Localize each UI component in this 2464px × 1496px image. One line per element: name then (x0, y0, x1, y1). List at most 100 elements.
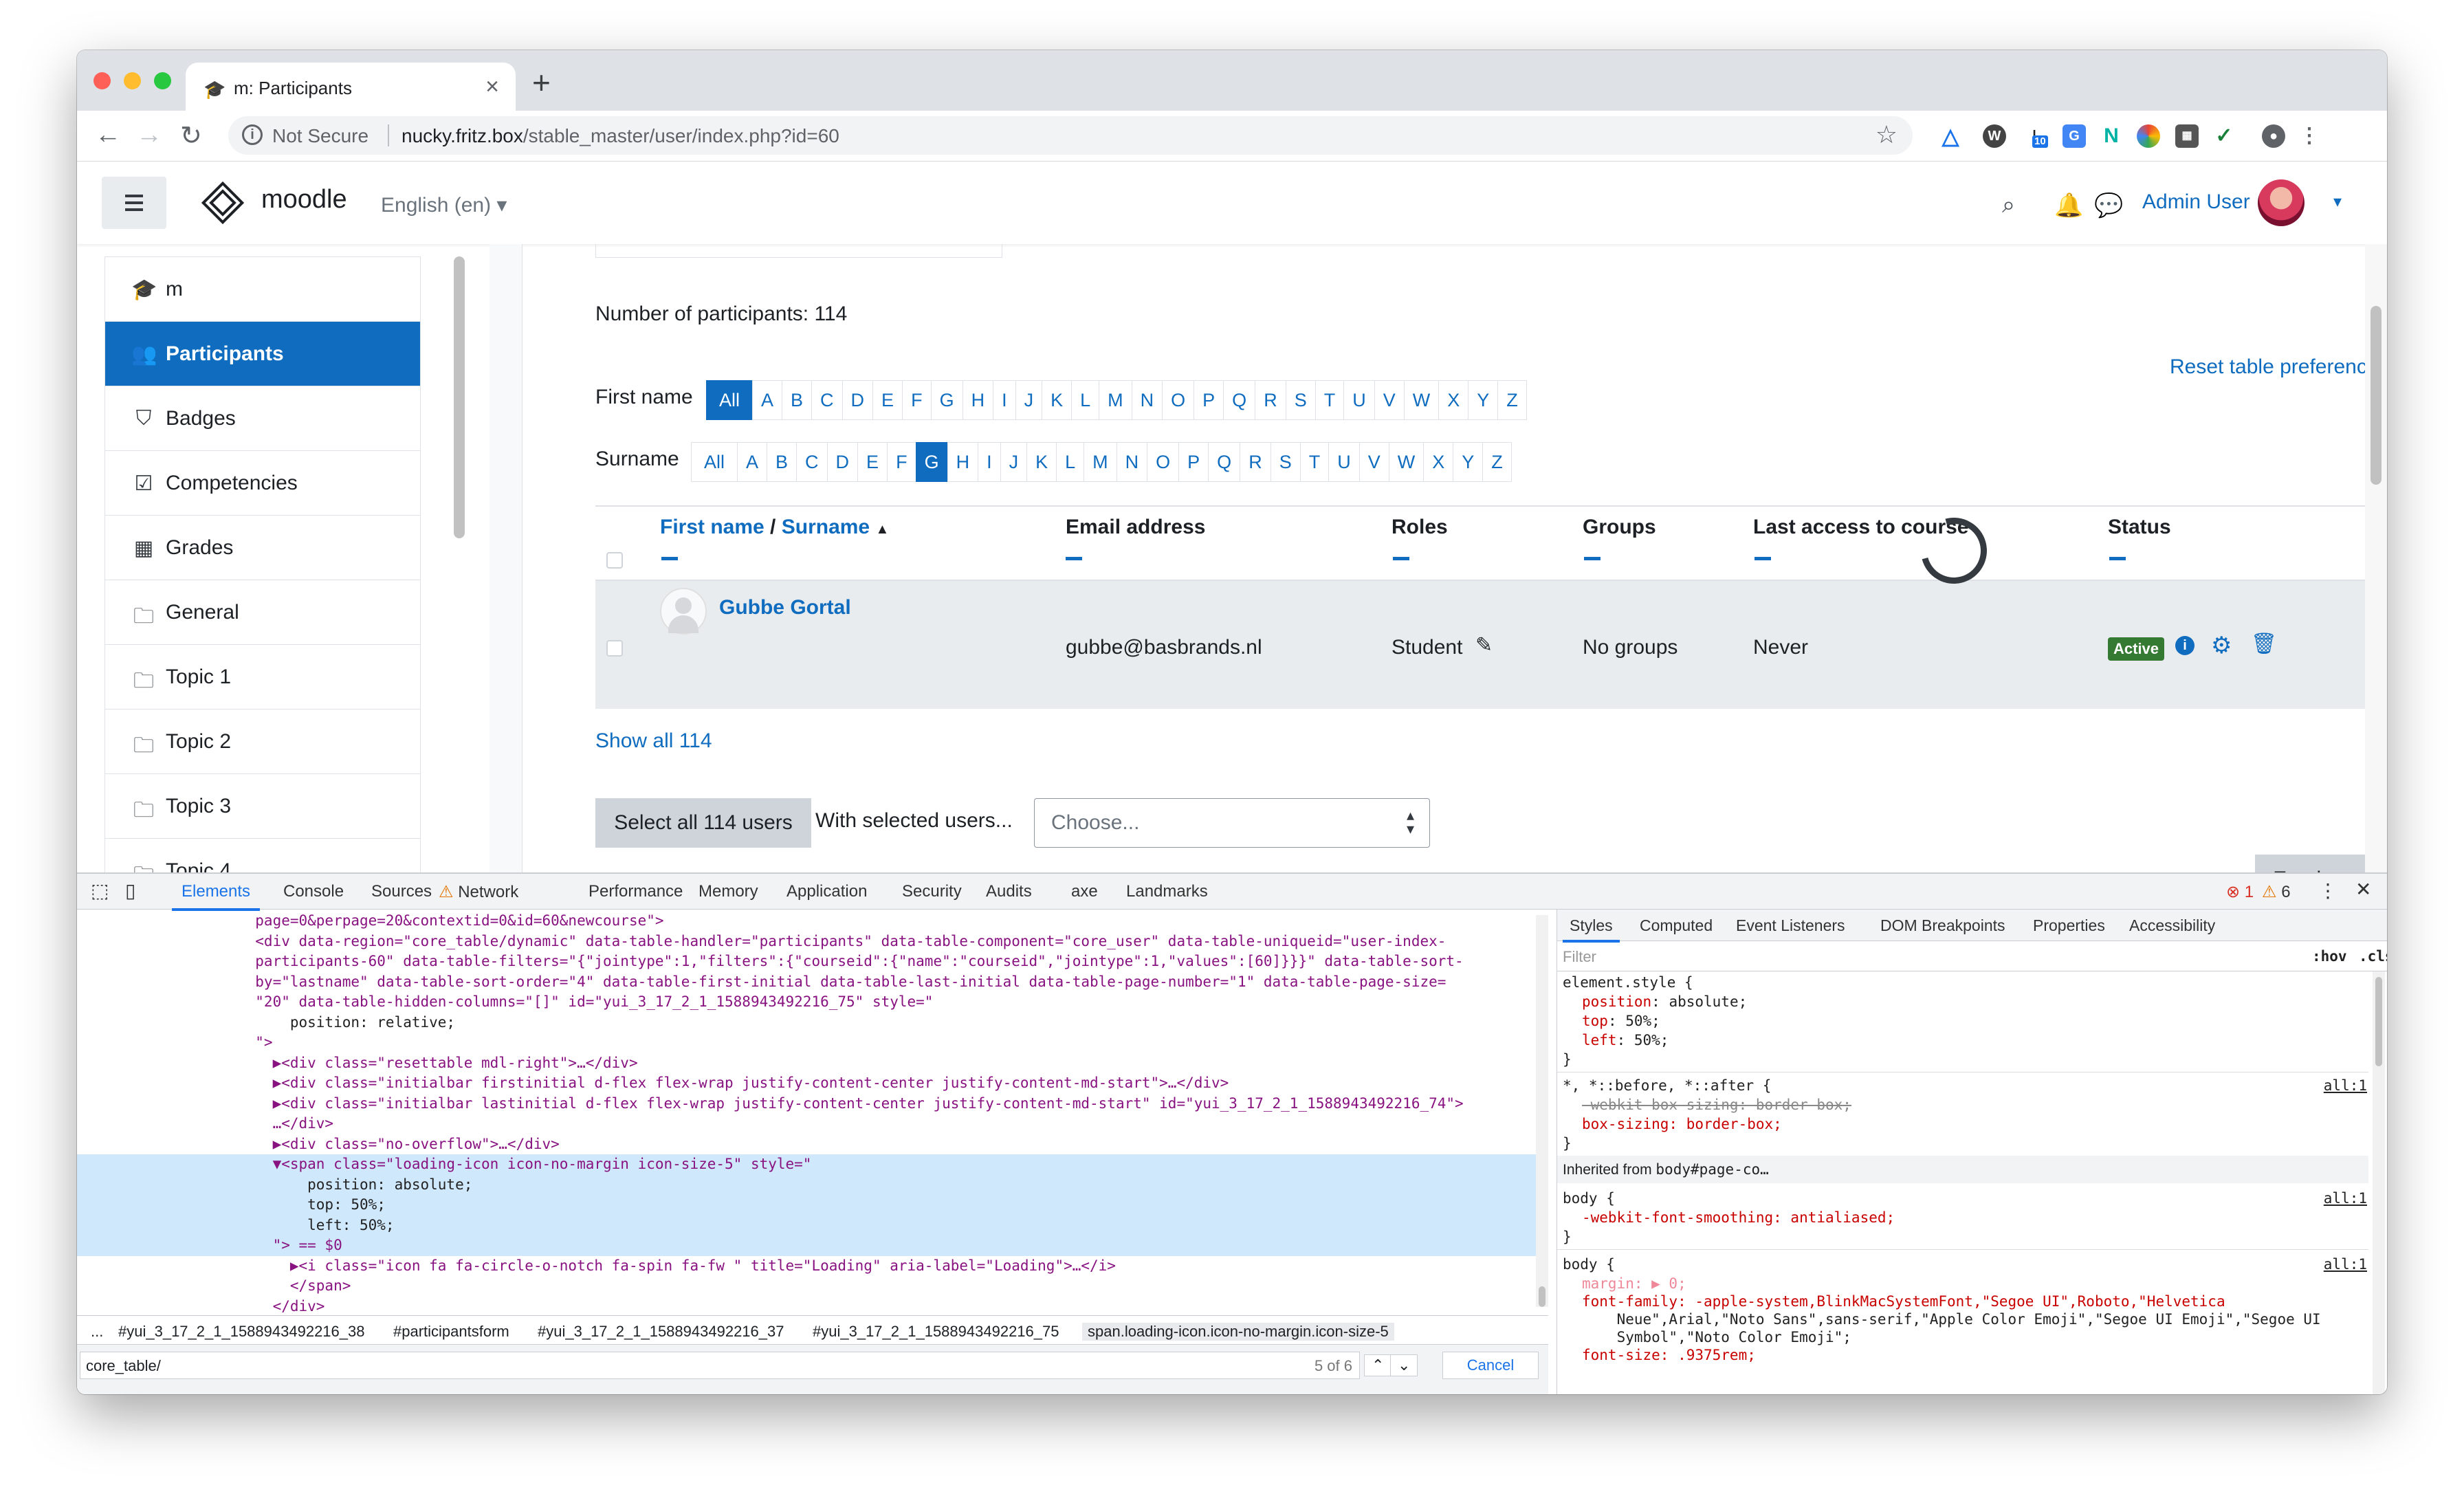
hover-state-toggle[interactable]: :hov (2312, 948, 2347, 965)
source-link[interactable]: all:1 (2324, 1190, 2367, 1207)
device-toolbar-icon[interactable]: ▯ (125, 879, 135, 902)
menu-toggle-button[interactable] (102, 177, 166, 229)
reload-icon[interactable]: ↻ (180, 120, 202, 151)
close-devtools-icon[interactable]: ✕ (2355, 878, 2371, 901)
sidebar-item-grades[interactable]: ▦ Grades (105, 516, 420, 580)
dom-node-line[interactable]: …</div> (77, 1114, 1548, 1134)
font-size-prop[interactable]: font-size: .9375rem; (1582, 1347, 1756, 1363)
first-initial-y[interactable]: Y (1468, 380, 1499, 420)
surname-initial-o[interactable]: O (1147, 442, 1180, 482)
new-tab-button[interactable]: + (532, 64, 551, 101)
font-smoothing-prop[interactable]: -webkit-font-smoothing: antialiased; (1582, 1209, 1895, 1226)
dom-node-line[interactable]: position: relative; (77, 1013, 1548, 1033)
search-next-icon[interactable]: ⌄ (1390, 1354, 1418, 1376)
surname-initial-s[interactable]: S (1270, 442, 1301, 482)
enrol-users-button[interactable]: Enrol users (2255, 855, 2376, 872)
devtools-tab-elements[interactable]: Elements (171, 882, 261, 911)
moodle-logo-icon[interactable] (201, 181, 245, 225)
hide-groups-column[interactable] (1584, 557, 1600, 560)
first-initial-g[interactable]: G (930, 380, 963, 420)
sidebar-item-competencies[interactable]: ☑ Competencies (105, 451, 420, 516)
surname-initial-w[interactable]: W (1388, 442, 1424, 482)
dom-node-line[interactable]: "20" data-table-hidden-columns="[]" id="… (77, 992, 1548, 1013)
devtools-tab-performance[interactable]: Performance (588, 882, 683, 901)
devtools-tab-application[interactable]: Application (786, 882, 867, 901)
surname-initial-t[interactable]: T (1299, 442, 1330, 482)
surname-initial-y[interactable]: Y (1453, 442, 1484, 482)
styles-tab-computed[interactable]: Computed (1640, 916, 1713, 935)
sidebar-item-general[interactable]: 🗀 General (105, 580, 420, 645)
first-initial-w[interactable]: W (1403, 380, 1440, 420)
first-initial-all[interactable]: All (706, 380, 754, 420)
site-brand[interactable]: moodle (261, 185, 347, 214)
class-toggle[interactable]: .cls (2359, 948, 2387, 965)
bookmark-star-icon[interactable]: ☆ (1876, 120, 1898, 149)
strike-prop[interactable]: -webkit-box-sizing: border-box; (1582, 1097, 1851, 1113)
first-initial-s[interactable]: S (1285, 380, 1316, 420)
gear-icon[interactable]: ⚙ (2211, 632, 2232, 659)
surname-initial-p[interactable]: P (1178, 442, 1209, 482)
first-initial-h[interactable]: H (962, 380, 994, 420)
breadcrumb-item[interactable]: #yui_3_17_2_1_1588943492216_38 (113, 1323, 370, 1341)
surname-initial-m[interactable]: M (1084, 442, 1117, 482)
info-icon[interactable]: i (2175, 636, 2194, 655)
address-bar[interactable]: i Not Secure nucky.fritz.box/stable_mast… (228, 116, 1913, 155)
info-icon[interactable]: i (242, 124, 263, 145)
devtools-tab-security[interactable]: Security (902, 882, 962, 901)
search-input[interactable]: core_table/ 5 of 6 (80, 1352, 1360, 1379)
surname-initial-r[interactable]: R (1240, 442, 1271, 482)
dom-node-line[interactable]: participants-60" data-table-filters="{"j… (77, 952, 1548, 972)
hide-last-access-column[interactable] (1754, 557, 1771, 560)
close-window-button[interactable] (94, 72, 111, 89)
styles-tab-properties[interactable]: Properties (2033, 916, 2105, 935)
first-initial-i[interactable]: I (993, 380, 1016, 420)
hide-status-column[interactable] (2109, 557, 2126, 560)
profile-icon[interactable]: ● (2262, 124, 2285, 148)
devtools-tab-memory[interactable]: Memory (698, 882, 758, 901)
sidebar-scrollbar[interactable] (454, 256, 465, 538)
sort-first-name[interactable]: First name (660, 516, 764, 538)
surname-initial-a[interactable]: A (737, 442, 768, 482)
ruler-extension-icon[interactable]: |10 (2023, 124, 2048, 148)
dom-node-line[interactable]: </div> (77, 1297, 1548, 1316)
dom-node-line[interactable]: top: 50%; (77, 1195, 1548, 1216)
color-picker-extension-icon[interactable] (2137, 124, 2160, 148)
url-text[interactable]: nucky.fritz.box/stable_master/user/index… (402, 125, 839, 147)
dom-node-line[interactable]: left: 50%; (77, 1215, 1548, 1236)
surname-initial-e[interactable]: E (857, 442, 888, 482)
sidebar-item-m[interactable]: 🎓 m (105, 257, 420, 322)
surname-initial-i[interactable]: I (978, 442, 1001, 482)
dom-node-line[interactable]: ▶<div class="resettable mdl-right">…</di… (77, 1053, 1548, 1074)
breadcrumb-item[interactable]: #yui_3_17_2_1_1588943492216_75 (807, 1323, 1064, 1341)
dom-node-line[interactable]: by="lastname" data-table-sort-order="4" … (77, 972, 1548, 993)
first-initial-d[interactable]: D (842, 380, 874, 420)
breadcrumb-item[interactable]: #participantsform (388, 1323, 515, 1341)
font-family-prop[interactable]: font-family: -apple-system,BlinkMacSyste… (1582, 1293, 2225, 1310)
first-initial-k[interactable]: K (1042, 380, 1072, 420)
hide-roles-column[interactable] (1393, 557, 1409, 560)
dom-node-line[interactable]: ▶<i class="icon fa fa-circle-o-notch fa-… (77, 1256, 1548, 1277)
trash-icon[interactable]: 🗑 (2251, 632, 2277, 656)
surname-initial-b[interactable]: B (767, 442, 798, 482)
styles-tab-styles[interactable]: Styles (1563, 916, 1620, 943)
surname-initial-q[interactable]: Q (1208, 442, 1241, 482)
styles-tab-dom-breakpoints[interactable]: DOM Breakpoints (1880, 916, 2005, 935)
browser-menu-icon[interactable]: ⋮ (2298, 124, 2321, 148)
elements-scrollbar[interactable] (1536, 915, 1548, 1307)
styles-scrollbar[interactable] (2373, 971, 2385, 1394)
sort-surname[interactable]: Surname (782, 516, 870, 538)
surname-initial-z[interactable]: Z (1482, 442, 1512, 482)
surname-initial-v[interactable]: V (1358, 442, 1389, 482)
first-initial-a[interactable]: A (752, 380, 783, 420)
chevron-down-icon[interactable]: ▾ (2333, 192, 2342, 212)
avatar[interactable] (2258, 179, 2304, 226)
first-initial-p[interactable]: P (1194, 380, 1224, 420)
breadcrumb-item[interactable]: ... (85, 1323, 109, 1341)
select-all-checkbox[interactable] (606, 552, 623, 569)
styles-tab-accessibility[interactable]: Accessibility (2129, 916, 2215, 935)
translate-extension-icon[interactable]: G (2062, 124, 2086, 148)
styles-tab-event-listeners[interactable]: Event Listeners (1736, 916, 1845, 935)
sort-email[interactable]: Email address (1066, 516, 1205, 539)
dom-node-line[interactable]: <div data-region="core_table/dynamic" da… (77, 932, 1548, 952)
qr-code-extension-icon[interactable]: ▦ (2175, 124, 2199, 148)
